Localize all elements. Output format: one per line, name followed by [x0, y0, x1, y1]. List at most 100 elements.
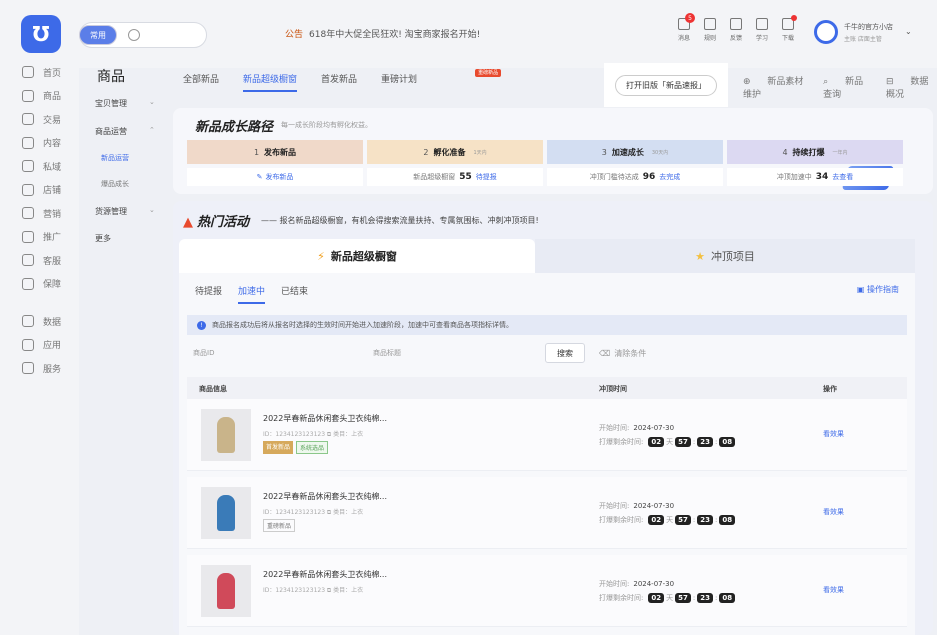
product-id: ID：1234123123123 ⧉ 类目：上衣	[263, 587, 364, 594]
tab-super-window[interactable]: 新品超级橱窗	[243, 72, 298, 92]
step-note: 1天内	[473, 149, 487, 156]
search-button[interactable]: 搜索	[545, 343, 585, 363]
start-label: 开始时间:	[599, 424, 630, 432]
sidebar-item-3[interactable]: 内容	[0, 131, 79, 155]
sidebar-item-label: 推广	[43, 233, 62, 243]
product-name[interactable]: 2022早春新品休闲套头卫衣纯棉...	[263, 569, 387, 580]
tool-3[interactable]: 学习	[749, 18, 775, 42]
overview-link[interactable]: ⊟ 数据概况	[886, 74, 937, 100]
view-effect-link[interactable]: 看效果	[823, 429, 844, 439]
material-link[interactable]: ⊕ 新品素材维护	[743, 74, 809, 100]
sidebar-item-12[interactable]: 服务	[0, 356, 79, 380]
marketing-icon	[22, 207, 34, 219]
growth-metric-4[interactable]: 冲顶加速中 34 去查看	[727, 168, 903, 186]
tab-debut[interactable]: 首发新品	[321, 72, 357, 92]
product-thumbnail[interactable]	[201, 409, 251, 461]
subnav-group-more[interactable]: 更多	[95, 233, 111, 244]
countdown-digit: 08	[719, 515, 736, 525]
step-label: 加速成长	[611, 147, 644, 157]
user-name: 千牛的官方小店	[844, 22, 893, 31]
table-row: 2022早春新品休闲套头卫衣纯棉... ID：1234123123123 ⧉ 类目…	[187, 555, 907, 627]
step-label: 持续打爆	[792, 147, 825, 157]
subnav-group-product-manage[interactable]: 宝贝管理	[95, 98, 127, 109]
sidebar-item-2[interactable]: 交易	[0, 107, 79, 131]
open-old-version-button[interactable]: 打开旧版「新品速报」	[615, 74, 717, 96]
subnav-group-supply[interactable]: 货源管理	[95, 206, 127, 217]
growth-metric-2[interactable]: 新品超级橱窗 55 待提报	[367, 168, 543, 186]
step-num: 4	[782, 147, 788, 157]
subnav-item-hot-growth[interactable]: 爆品成长	[101, 179, 129, 189]
growth-metric-1[interactable]: ✎ 发布新品	[187, 168, 363, 186]
sidebar-item-label: 交易	[43, 115, 62, 126]
remaining-time: 打爆剩余时间: 02 天 57:23:08	[599, 437, 737, 447]
seg-top-project[interactable]: ★ 冲顶项目	[535, 239, 915, 273]
product-name[interactable]: 2022早春新品休闲套头卫衣纯棉...	[263, 491, 387, 502]
metric-link[interactable]: 去查看	[832, 172, 853, 182]
col-action: 操作	[823, 385, 837, 393]
sidebar-item-4[interactable]: 私域	[0, 154, 79, 178]
step-note: 一年内	[832, 149, 848, 156]
user-role: 主账 店面主管	[844, 35, 882, 43]
lightning-icon: ⚡	[317, 249, 325, 263]
tool-4[interactable]: 下载	[775, 15, 801, 42]
chevron-down-icon[interactable]: ⌄	[149, 206, 155, 214]
main-content: 全部新品 新品超级橱窗 首发新品 重磅计划重磅新品 打开旧版「新品速报」 ⊕ 新…	[171, 56, 937, 635]
sidebar-item-7[interactable]: 推广	[0, 225, 79, 249]
tool-2[interactable]: 反馈	[723, 18, 749, 42]
trade-icon	[22, 113, 34, 125]
page-tabs: 全部新品 新品超级橱窗 首发新品 重磅计划 重磅新品	[183, 69, 515, 92]
sidebar-item-0[interactable]: 首页	[0, 60, 79, 84]
star-icon: ★	[695, 249, 705, 263]
qianniu-logo-icon[interactable]: Ʊ	[21, 15, 61, 53]
table-header: 商品信息 冲顶时间 操作	[187, 377, 907, 399]
countdown-sep: :	[714, 516, 718, 524]
search-icon	[128, 29, 140, 41]
chevron-down-icon[interactable]: ⌄	[905, 27, 912, 36]
guide-link[interactable]: ▣ 操作指南	[857, 284, 899, 295]
metric-value: 55	[459, 172, 472, 182]
sidebar-item-1[interactable]: 商品	[0, 84, 79, 108]
user-menu[interactable]: 千牛的官方小店 主账 店面主管	[814, 20, 893, 44]
product-thumbnail[interactable]	[201, 487, 251, 539]
sidebar-item-10[interactable]: 数据	[0, 309, 79, 333]
product-name[interactable]: 2022早春新品休闲套头卫衣纯棉...	[263, 413, 387, 424]
clear-filters-button[interactable]: ⌫ 清除条件	[599, 343, 646, 363]
product-thumbnail[interactable]	[201, 565, 251, 617]
common-tag[interactable]: 常用	[79, 25, 117, 45]
tab-ended[interactable]: 已结束	[281, 284, 308, 304]
sidebar-item-9[interactable]: 保障	[0, 272, 79, 296]
metric-label: 发布新品	[265, 173, 294, 181]
sidebar-item-8[interactable]: 客服	[0, 248, 79, 272]
view-effect-link[interactable]: 看效果	[823, 507, 844, 517]
tab-heavy-plan[interactable]: 重磅计划 重磅新品	[381, 69, 502, 92]
info-banner: ! 商品报名成功后将从报名时选择的生效时间开始进入加速阶段，加速中可查看商品各项指…	[187, 315, 907, 335]
table-row: 2022早春新品休闲套头卫衣纯棉... ID：1234123123123 ⧉ 类目…	[187, 399, 907, 471]
growth-metric-3[interactable]: 冲顶门槛待达成 96 去完成	[547, 168, 723, 186]
product-title-input[interactable]: 商品标题	[367, 343, 537, 363]
chevron-down-icon[interactable]: ⌄	[149, 98, 155, 106]
sidebar-item-6[interactable]: 营销	[0, 201, 79, 225]
chevron-up-icon[interactable]: ⌃	[149, 126, 155, 134]
sidebar-item-11[interactable]: 应用	[0, 333, 79, 357]
tab-all-new[interactable]: 全部新品	[183, 72, 219, 92]
tool-0[interactable]: 5 消息	[671, 13, 697, 42]
tab-accelerating[interactable]: 加速中	[238, 284, 266, 304]
metric-link[interactable]: 待提报	[476, 172, 497, 182]
start-value: 2024-07-30	[633, 424, 675, 432]
announcement[interactable]: 公告 618年中大促全民狂欢! 淘宝商家报名开始!	[285, 27, 480, 40]
subnav-group-operation[interactable]: 商品运营	[95, 126, 127, 137]
start-time: 开始时间: 2024-07-30	[599, 423, 674, 433]
tool-1[interactable]: 规则	[697, 18, 723, 42]
sidebar-item-5[interactable]: 店铺	[0, 178, 79, 202]
subnav-item-new-product[interactable]: 新品运营	[101, 153, 129, 163]
step-num: 3	[601, 147, 607, 157]
activity-panel: 待提报 加速中 已结束 ▣ 操作指南 ! 商品报名成功后将从报名时选择的生效时间开…	[179, 273, 915, 635]
tab-pending[interactable]: 待提报	[195, 284, 222, 304]
product-id-input[interactable]: 商品ID	[187, 343, 357, 363]
seg-super-window[interactable]: ⚡ 新品超级橱窗	[179, 239, 535, 273]
product-badges: 重磅新品	[263, 519, 298, 532]
query-link[interactable]: ⌕ 新品查询	[823, 74, 872, 100]
view-effect-link[interactable]: 看效果	[823, 585, 844, 595]
countdown-sep: :	[692, 516, 696, 524]
metric-link[interactable]: 去完成	[659, 172, 680, 182]
